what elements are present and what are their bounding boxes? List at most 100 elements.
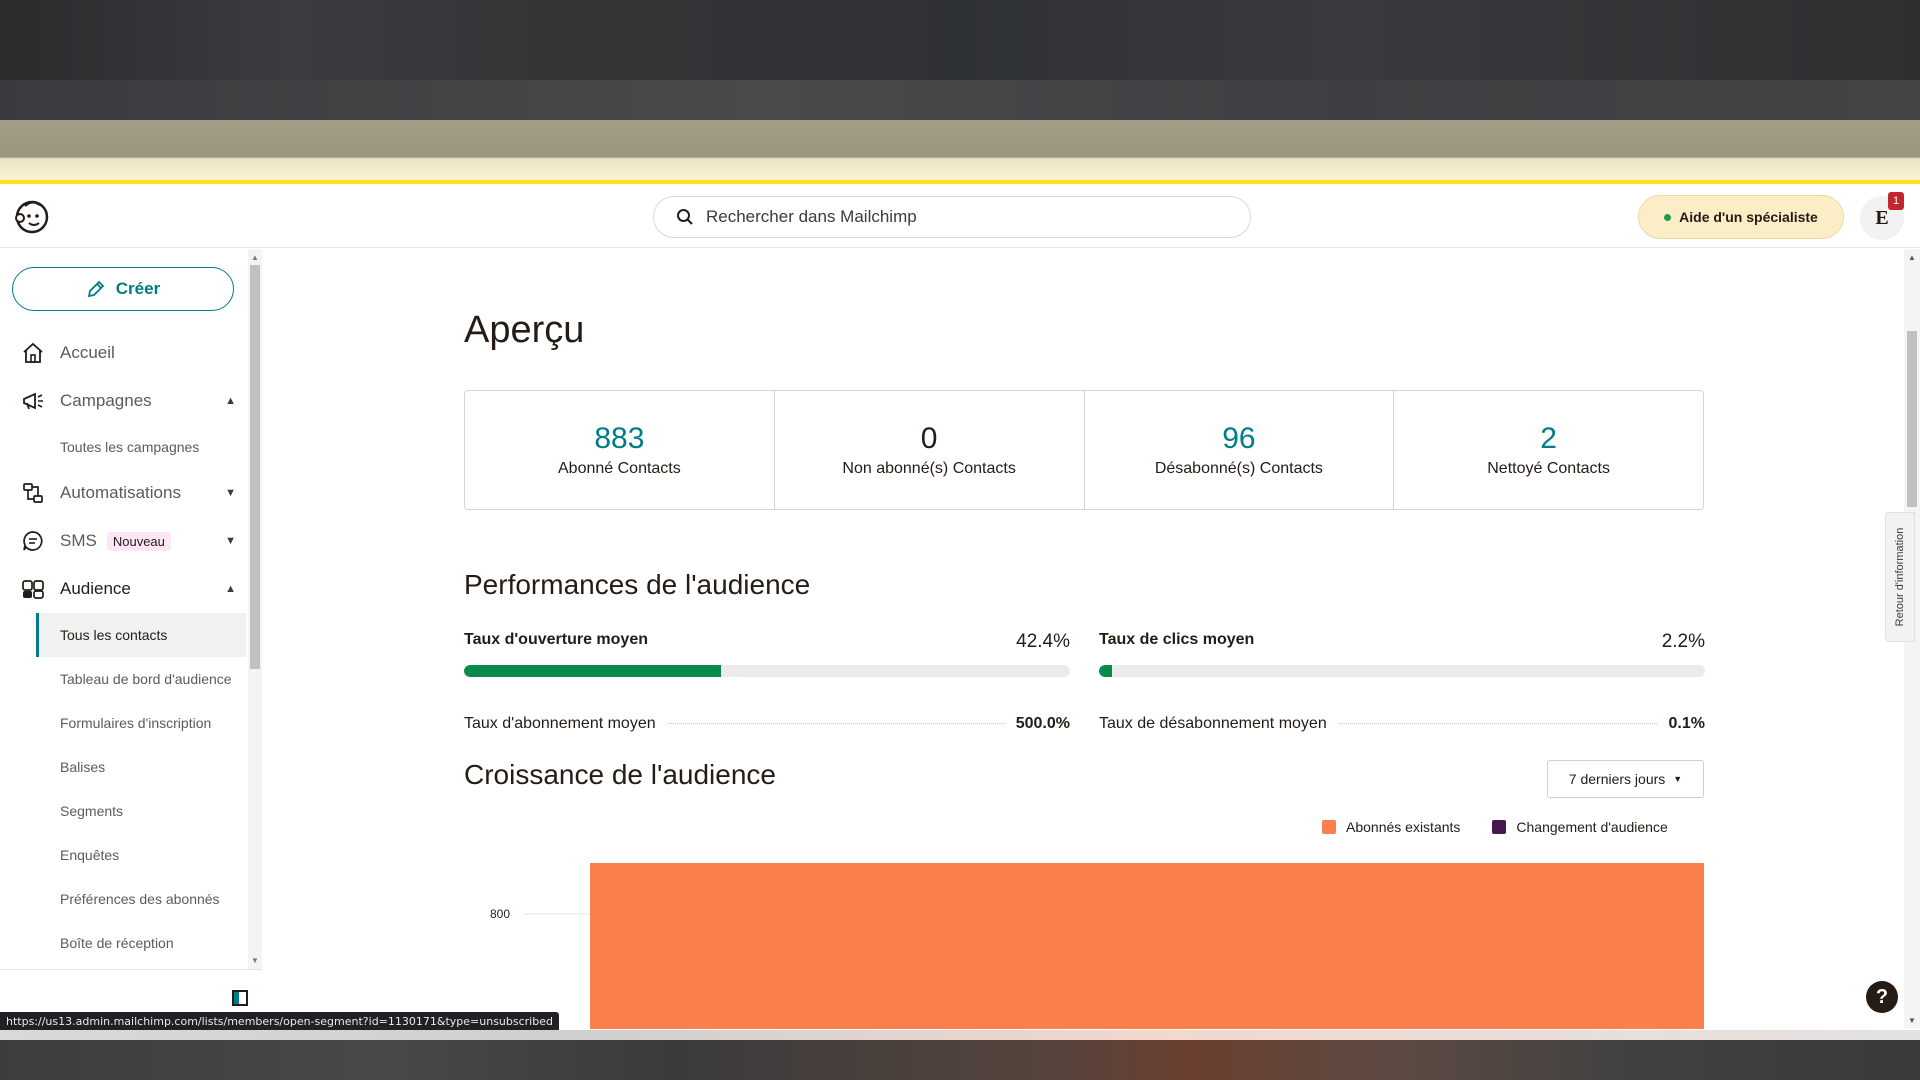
sms-icon [20,528,46,554]
create-label: Créer [115,279,161,298]
stat-subscribed[interactable]: 883 Abonné Contacts [465,391,775,509]
feedback-tab-label: Retour d'information [1894,527,1906,627]
home-icon [20,340,46,366]
metric-label: Taux de clics moyen [1099,631,1255,648]
sidebar-subitem-tableau-de-bord[interactable]: Tableau de bord d'audience [36,657,246,701]
metric-value: 42.4% [1016,631,1070,652]
click-rate-metric: Taux de clics moyen 2.2% [1099,631,1705,677]
audience-growth-chart: 800 [490,863,1704,1029]
search-icon [677,209,693,225]
metric-value: 2.2% [1661,631,1705,652]
sidebar-subitem-toutes-les-campagnes[interactable]: Toutes les campagnes [36,425,246,469]
legend-item-existing[interactable]: Abonnés existants [1322,819,1460,835]
chevron-up-icon[interactable]: ▲ [225,395,236,407]
expert-help-button[interactable]: Aide d'un spécialiste [1638,195,1844,239]
chevron-down-icon[interactable]: ▼ [225,487,236,499]
sidebar: Créer Accueil Campagnes ▲ Toutes les cam… [0,249,262,969]
scroll-up-arrow-icon[interactable]: ▲ [251,253,259,262]
open-rate-progress-bar [464,665,1070,677]
click-rate-progress-bar [1099,665,1705,677]
search-bar[interactable] [653,196,1251,238]
sidebar-subitem-boite-de-reception[interactable]: Boîte de réception [36,921,246,965]
y-tick-label: 800 [490,907,510,921]
audience-icon [20,576,46,602]
date-range-label: 7 derniers jours [1568,771,1666,787]
sidebar-subitem-label: Formulaires d'inscription [60,715,212,731]
create-button[interactable]: Créer [12,267,234,311]
metric-value: 500.0% [1015,715,1070,732]
collapse-sidebar-icon[interactable] [232,990,248,1006]
sidebar-subitem-formulaires[interactable]: Formulaires d'inscription [36,701,246,745]
sidebar-subitem-label: Toutes les campagnes [60,439,200,455]
metric-value: 0.1% [1668,715,1705,732]
sidebar-subitem-preferences[interactable]: Préférences des abonnés [36,877,246,921]
sidebar-item-label: Campagnes [60,391,152,410]
help-button[interactable]: ? [1866,981,1898,1013]
stat-cleaned[interactable]: 2 Nettoyé Contacts [1394,391,1703,509]
legend-item-change[interactable]: Changement d'audience [1492,819,1668,835]
avatar-initial: E [1875,206,1889,229]
browser-chrome-blurred [0,0,1920,120]
sidebar-item-automatisations[interactable]: Automatisations ▼ [20,473,242,513]
metric-label: Taux d'abonnement moyen [464,715,656,732]
page-title: Aperçu [464,309,585,351]
unsubscribe-rate-row: Taux de désabonnement moyen 0.1% [1099,715,1705,733]
stat-value: 883 [594,422,645,455]
chevron-down-icon[interactable]: ▼ [225,535,236,547]
stat-label: Abonné Contacts [558,460,681,477]
legend-swatch [1322,820,1336,834]
notification-badge: 1 [1888,192,1904,210]
sidebar-scrollbar-thumb[interactable] [250,265,260,669]
scroll-down-arrow-icon[interactable]: ▼ [1908,1016,1916,1025]
legend-swatch [1492,820,1507,834]
new-badge: Nouveau [106,531,171,551]
open-rate-progress-fill [464,665,721,677]
stat-non-subscribed[interactable]: 0 Non abonné(s) Contacts [775,391,1085,509]
help-icon: ? [1875,985,1889,1008]
sidebar-item-accueil[interactable]: Accueil [20,333,242,373]
megaphone-icon [20,388,46,414]
sidebar-subitem-enquetes[interactable]: Enquêtes [36,833,246,877]
chevron-down-icon: ▼ [1673,774,1683,784]
sidebar-item-audience[interactable]: Audience ▲ [20,569,242,609]
search-input[interactable] [706,207,1206,227]
sidebar-subitem-segments[interactable]: Segments [36,789,246,833]
sidebar-item-label: Accueil [60,343,115,362]
taskbar-blurred [0,1030,1920,1080]
chevron-up-icon[interactable]: ▲ [225,583,236,595]
stat-unsubscribed[interactable]: 96 Désabonné(s) Contacts [1085,391,1395,509]
dotted-leader [667,723,1004,724]
chart-legend: Abonnés existants Changement d'audience [1322,819,1668,835]
subscribe-rate-row: Taux d'abonnement moyen 500.0% [464,715,1070,733]
growth-section-title: Croissance de l'audience [464,759,776,790]
metric-label: Taux de désabonnement moyen [1099,715,1327,732]
page-scrollbar-thumb[interactable] [1907,331,1917,507]
stat-value: 0 [920,422,938,455]
dotted-leader [1338,723,1657,724]
sidebar-subitem-label: Enquêtes [60,847,120,863]
notification-banner-blurred [0,120,1920,182]
sidebar-subitem-balises[interactable]: Balises [36,745,246,789]
scroll-down-arrow-icon[interactable]: ▼ [251,956,259,965]
scroll-up-arrow-icon[interactable]: ▲ [1908,253,1916,262]
feedback-tab[interactable]: Retour d'information [1885,512,1915,642]
metric-label: Taux d'ouverture moyen [464,631,648,648]
sidebar-subitem-label: Balises [60,759,106,775]
legend-label: Changement d'audience [1516,819,1668,835]
chart-bar-existing [590,863,1704,1029]
automation-icon [20,480,46,506]
sidebar-item-campagnes[interactable]: Campagnes ▲ [20,381,242,421]
sidebar-item-sms[interactable]: SMS Nouveau ▼ [20,521,242,561]
main-content: Aperçu 883 Abonné Contacts 0 Non abonné(… [264,249,1904,1029]
stat-label: Non abonné(s) Contacts [842,460,1016,477]
open-rate-metric: Taux d'ouverture moyen 42.4% [464,631,1070,677]
expert-help-label: Aide d'un spécialiste [1679,209,1818,225]
performance-section-title: Performances de l'audience [464,569,811,600]
sidebar-subitem-tous-les-contacts[interactable]: Tous les contacts [36,613,246,657]
sidebar-subitem-label: Préférences des abonnés [60,891,220,907]
sidebar-scrollbar[interactable]: ▲ ▼ [248,249,262,969]
mailchimp-logo-icon[interactable] [12,196,52,236]
stat-value: 96 [1222,422,1256,455]
date-range-select[interactable]: 7 derniers jours ▼ [1547,760,1704,798]
app-header: Aide d'un spécialiste E 1 [0,184,1920,248]
